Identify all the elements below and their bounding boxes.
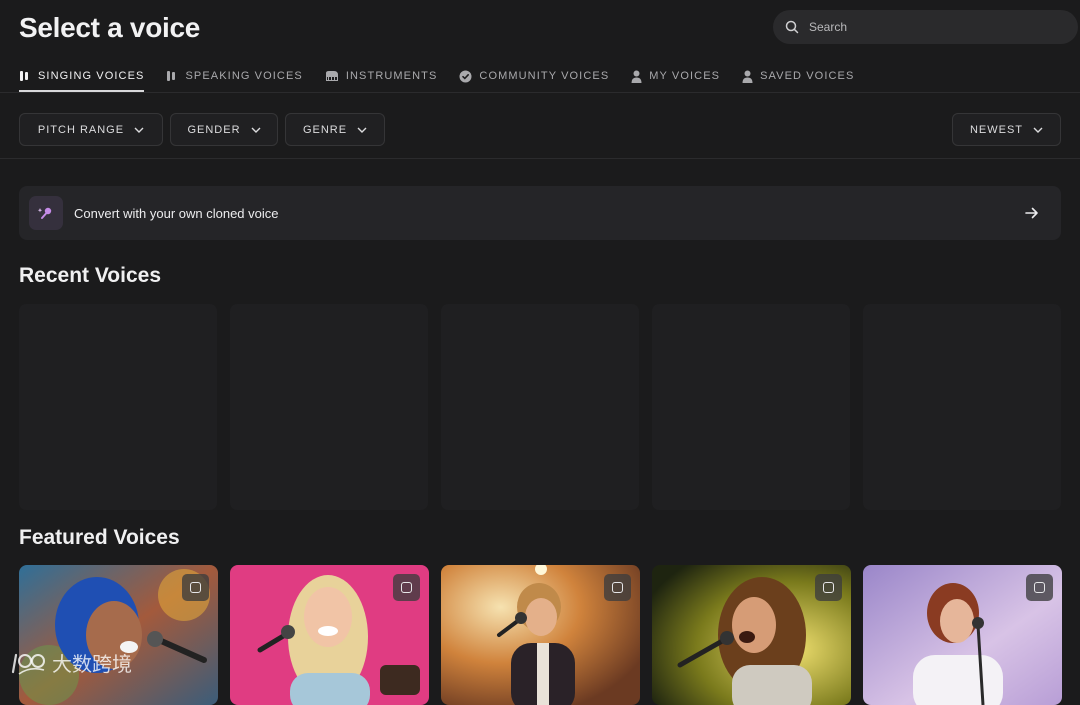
tab-label: COMMUNITY VOICES xyxy=(479,70,610,82)
search-input[interactable] xyxy=(809,20,1049,34)
recent-voice-placeholder xyxy=(863,304,1061,510)
pitch-range-label: PITCH RANGE xyxy=(37,123,125,136)
chevron-down-icon xyxy=(251,127,261,133)
gender-label: GENDER xyxy=(187,123,241,136)
gender-dropdown[interactable]: GENDER xyxy=(170,113,278,146)
verified-badge-icon xyxy=(459,70,472,82)
bookmark-icon[interactable] xyxy=(1026,574,1053,601)
sparkle-mic-icon xyxy=(29,196,63,230)
search-icon xyxy=(785,20,799,34)
genre-dropdown[interactable]: GENRE xyxy=(285,113,385,146)
voice-category-tabs: SINGING VOICES SPEAKING VOICES INSTRUMEN… xyxy=(19,60,876,92)
bookmark-icon[interactable] xyxy=(604,574,631,601)
tab-speaking-voices[interactable]: SPEAKING VOICES xyxy=(166,60,302,92)
person-icon xyxy=(742,70,753,83)
featured-voice-card[interactable] xyxy=(19,565,218,705)
100-logo-icon xyxy=(11,653,45,675)
sort-label: NEWEST xyxy=(969,123,1024,136)
genre-label: GENRE xyxy=(302,123,348,136)
featured-voice-card[interactable] xyxy=(652,565,851,705)
arrow-right-icon[interactable] xyxy=(1025,207,1039,219)
featured-voices-heading: Featured Voices xyxy=(19,526,180,549)
tab-label: SINGING VOICES xyxy=(38,70,145,82)
page-title: Select a voice xyxy=(19,12,201,43)
recent-voice-placeholder xyxy=(19,304,217,510)
bookmark-icon[interactable] xyxy=(182,574,209,601)
tab-label: MY VOICES xyxy=(649,70,721,82)
tab-community-voices[interactable]: COMMUNITY VOICES xyxy=(459,60,609,92)
recent-voice-placeholder xyxy=(652,304,850,510)
piano-icon xyxy=(325,71,338,81)
sort-dropdown[interactable]: NEWEST xyxy=(952,113,1061,146)
bookmark-icon[interactable] xyxy=(815,574,842,601)
banner-text: Convert with your own cloned voice xyxy=(74,205,279,221)
tab-label: SPEAKING VOICES xyxy=(185,70,303,82)
recent-voice-placeholder xyxy=(441,304,639,510)
tabs-divider xyxy=(0,92,1080,93)
tab-instruments[interactable]: INSTRUMENTS xyxy=(325,60,438,92)
watermark: 大数跨境 xyxy=(10,648,132,677)
tab-my-voices[interactable]: MY VOICES xyxy=(631,60,720,92)
watermark-text: 大数跨境 xyxy=(52,654,132,676)
voice-bars-icon xyxy=(20,71,28,81)
tab-saved-voices[interactable]: SAVED VOICES xyxy=(742,60,854,92)
pitch-range-dropdown[interactable]: PITCH RANGE xyxy=(19,113,163,146)
featured-voice-card[interactable] xyxy=(230,565,429,705)
tab-singing-voices[interactable]: SINGING VOICES xyxy=(19,60,145,92)
chevron-down-icon xyxy=(357,127,367,133)
tab-label: INSTRUMENTS xyxy=(345,70,438,82)
featured-voice-card[interactable] xyxy=(441,565,640,705)
bookmark-icon[interactable] xyxy=(393,574,420,601)
featured-voice-card[interactable] xyxy=(863,565,1062,705)
recent-voice-placeholder xyxy=(230,304,428,510)
recent-voices-heading: Recent Voices xyxy=(19,264,162,287)
person-icon xyxy=(631,70,642,83)
filters-divider xyxy=(0,158,1080,159)
search-bar[interactable] xyxy=(773,10,1078,44)
clone-voice-banner[interactable]: Convert with your own cloned voice xyxy=(19,186,1061,240)
tab-label: SAVED VOICES xyxy=(760,70,855,82)
chevron-down-icon xyxy=(1033,127,1043,133)
chevron-down-icon xyxy=(134,127,144,133)
voice-bars-icon xyxy=(167,71,176,81)
